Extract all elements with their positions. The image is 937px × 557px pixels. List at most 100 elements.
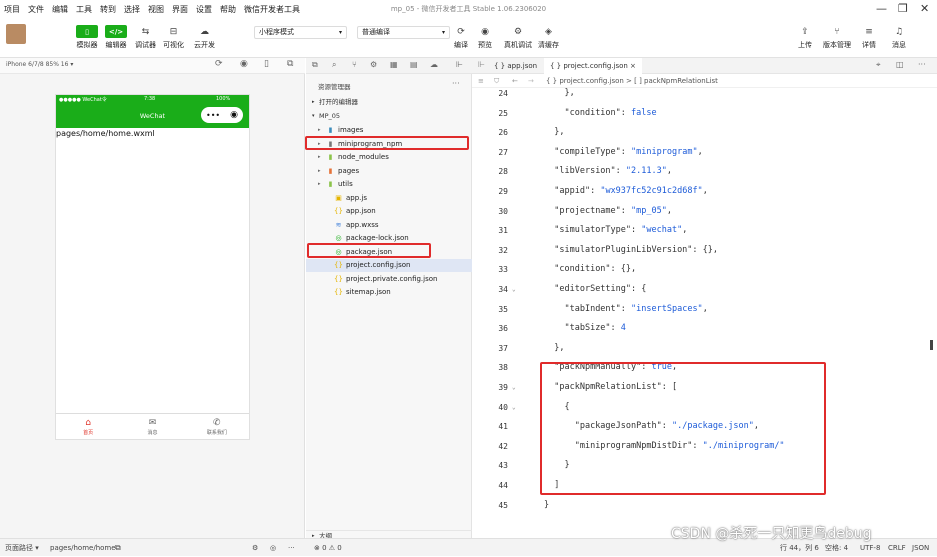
cloud-icon[interactable]: ☁ [430,60,438,69]
code-line[interactable]: 25 "condition": false [472,104,932,124]
tab-app-json[interactable]: { } app.json [488,58,543,74]
toolbar-label: 详情 [862,41,876,49]
file-item-project-config-json[interactable]: {} project.config.json [306,259,472,272]
可视化-button[interactable]: ⊟ 可视化 [163,25,184,50]
mode-select[interactable]: 小程序模式 ▾ [254,26,347,39]
avatar[interactable] [6,24,26,44]
模拟器-button[interactable]: ▯ 模拟器 [76,25,98,50]
line-number: 35 [498,304,508,314]
file-item-sitemap-json[interactable]: {} sitemap.json [306,286,472,299]
page-path[interactable]: pages/home/home [50,539,116,557]
file-item-project-private-config-json[interactable]: {} project.private.config.json [306,273,472,286]
explorer-more-icon[interactable]: ··· [452,79,460,88]
page-path-label[interactable]: 页面路径 ▾ [5,539,39,557]
code-line[interactable]: 26 }, [472,123,932,143]
popout-icon[interactable]: ⧉ [287,59,293,69]
menu-capsule[interactable]: ••• ◉ [201,107,243,123]
code-line[interactable]: 24 }, [472,84,932,104]
file-item-pages[interactable]: ▸ ▮ pages [306,165,472,178]
code-line[interactable]: 28 "libVersion": "2.11.3", [472,162,932,182]
清缓存-button[interactable]: ◈ 清缓存 [538,25,559,50]
scrollbar-thumb[interactable] [930,340,933,350]
file-item-utils[interactable]: ▸ ▮ utils [306,178,472,191]
line-number: 38 [498,363,508,373]
rotate-icon[interactable]: ⟳ [215,59,223,69]
home-icon: ⌂ [85,418,92,428]
code-line[interactable]: 37 }, [472,339,932,359]
预览-button[interactable]: ◉ 预览 [478,25,492,50]
extensions-icon[interactable]: ▦ [390,60,398,69]
code-text: "tabIndent": "insertSpaces", [564,303,708,314]
maximize-icon[interactable]: ❐ [898,2,908,15]
上传-button[interactable]: ⇪ 上传 [798,25,812,50]
line-ending[interactable]: CRLF [888,539,906,557]
code-line[interactable]: 34 ⌄ "editorSetting": { [472,280,932,300]
详情-button[interactable]: ≡ 详情 [862,25,876,50]
code-line[interactable]: 33 "condition": {}, [472,260,932,280]
git-icon[interactable]: ⑂ [352,60,357,69]
file-item-node-modules[interactable]: ▸ ▮ node_modules [306,151,472,164]
split-icon[interactable]: ⊩ [456,60,463,69]
fold-chevron-icon[interactable]: ⌄ [512,378,516,398]
编辑器-button[interactable]: </> 编辑器 [105,25,127,50]
fold-chevron-icon[interactable]: ⌄ [512,280,516,300]
open-editors-section[interactable]: ▸ 打开的编辑器 [306,96,472,108]
compile-select[interactable]: 普通编译 ▾ [357,26,450,39]
code-line[interactable]: 27 "compileType": "miniprogram", [472,143,932,163]
grid-icon[interactable]: ▤ [410,60,418,69]
expand-arrow-icon[interactable]: ▸ [318,165,321,178]
close-circle-icon[interactable]: ◉ [230,110,238,120]
phone-icon[interactable]: ▯ [264,59,269,69]
split-panel-icon[interactable]: ⊩ [478,60,485,69]
code-line[interactable]: 32 "simulatorPluginLibVersion": {}, [472,241,932,261]
settings-icon[interactable]: ⚙ [252,539,258,557]
云开发-button[interactable]: ☁ 云开发 [194,25,215,50]
file-item-app-js[interactable]: ▣ app.js [306,192,472,205]
record-icon[interactable]: ◉ [240,59,248,69]
minimize-icon[interactable]: — [876,2,887,15]
more-icon[interactable]: ··· [288,539,295,557]
toolbar-label: 编译 [454,41,468,49]
search-icon[interactable]: ⌕ [332,60,336,70]
debug-icon[interactable]: ⚙ [370,60,377,69]
phone-tab-label: 联系我们 [206,430,227,436]
file-item-app-wxss[interactable]: ≋ app.wxss [306,219,472,232]
view-icon[interactable]: ◎ [270,539,276,557]
more-actions-icon[interactable]: ··· [918,60,926,69]
消息-button[interactable]: ♫ 消息 [892,25,906,50]
toolbar-label: 真机调试 [504,41,532,49]
phone-tab-1[interactable]: ✉ 消息 [120,414,184,440]
phone-tab-2[interactable]: ✆ 联系我们 [185,414,249,440]
split-editor-icon[interactable]: ◫ [896,60,904,69]
project-section[interactable]: ▾ MP_05 [306,110,472,122]
line-number: 32 [498,245,508,255]
code-line[interactable]: 45} [472,496,932,516]
highlight-miniprogram-npm [305,136,469,150]
expand-arrow-icon[interactable]: ▸ [318,151,321,164]
code-line[interactable]: 29 "appid": "wx937fc52c91c2d68f", [472,182,932,202]
files-icon[interactable]: ⧉ [312,60,318,70]
open-changes-icon[interactable]: ⌖ [876,60,881,70]
battery-text: 100% [216,96,231,102]
版本管理-button[interactable]: ⑂ 版本管理 [823,25,851,50]
debug-icon: ⇆ [141,26,150,37]
code-line[interactable]: 36 "tabSize": 4 [472,319,932,339]
problems-count[interactable]: ⊗ 0 ⚠ 0 [314,539,342,557]
编译-button[interactable]: ⟳ 编译 [454,25,468,50]
phone-tab-0[interactable]: ⌂ 首页 [56,414,120,440]
file-item-app-json[interactable]: {} app.json [306,205,472,218]
真机调试-button[interactable]: ⚙ 真机调试 [504,25,532,50]
close-icon[interactable]: ✕ [920,2,929,15]
code-line[interactable]: 35 "tabIndent": "insertSpaces", [472,300,932,320]
调试器-button[interactable]: ⇆ 调试器 [135,25,156,50]
code-line[interactable]: 30 "projectname": "mp_05", [472,202,932,222]
expand-arrow-icon[interactable]: ▸ [318,178,321,191]
tab-project-config-json[interactable]: { } project.config.json × [544,58,642,74]
fold-chevron-icon[interactable]: ⌄ [512,398,516,418]
language-mode[interactable]: JSON [912,539,929,557]
more-dots-icon[interactable]: ••• [206,111,220,120]
copy-icon[interactable]: ⧉ [115,539,121,557]
line-number: 33 [498,265,508,275]
code-line[interactable]: 31 "simulatorType": "wechat", [472,221,932,241]
device-select[interactable]: iPhone 6/7/8 85% 16 ▾ [6,61,73,68]
